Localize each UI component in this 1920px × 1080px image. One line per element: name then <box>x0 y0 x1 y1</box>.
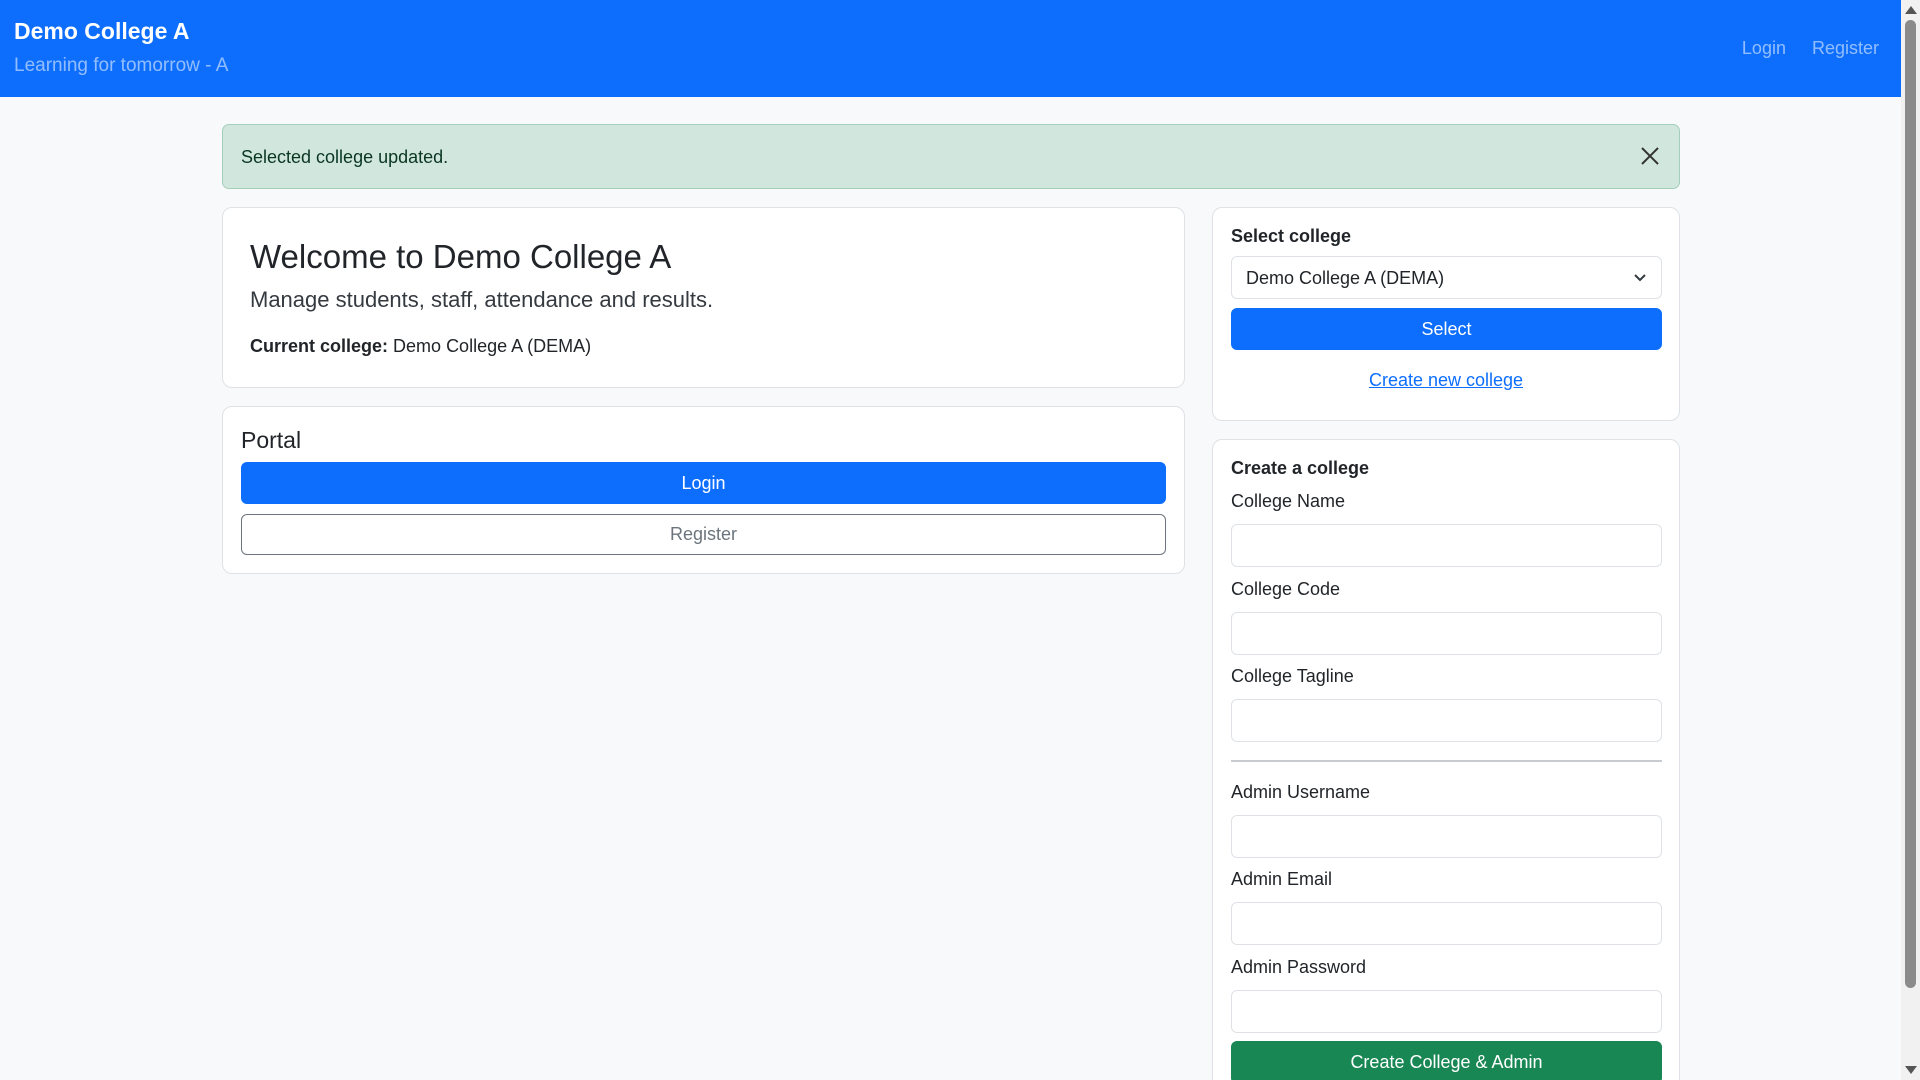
navbar: Demo College A Learning for tomorrow - A… <box>0 0 1901 97</box>
brand-tagline: Learning for tomorrow - A <box>14 55 229 76</box>
nav-links: Login Register <box>1742 38 1879 59</box>
scroll-thumb[interactable] <box>1905 20 1916 988</box>
admin-password-label: Admin Password <box>1231 957 1367 977</box>
admin-email-label: Admin Email <box>1231 869 1333 889</box>
current-college-value: Demo College A (DEMA) <box>393 336 592 356</box>
select-button[interactable]: Select <box>1231 308 1662 350</box>
chevron-down-icon <box>1633 271 1647 285</box>
page: Demo College A Learning for tomorrow - A… <box>0 0 1901 1080</box>
create-college-heading: Create a college <box>1231 458 1370 478</box>
select-college-heading: Select college <box>1231 226 1352 246</box>
portal-login-button[interactable]: Login <box>241 462 1166 504</box>
select-college-card: Select college Demo College A (DEMA) Sel… <box>1212 207 1680 421</box>
vertical-scrollbar[interactable] <box>1901 0 1920 1080</box>
admin-password-input[interactable] <box>1231 990 1662 1033</box>
scroll-up-arrow-icon[interactable] <box>1905 6 1917 14</box>
college-name-input[interactable] <box>1231 524 1662 567</box>
success-alert: Selected college updated. <box>222 124 1680 189</box>
portal-title: Portal <box>241 427 302 453</box>
form-divider <box>1231 760 1662 762</box>
college-select[interactable]: Demo College A (DEMA) <box>1231 256 1662 299</box>
alert-message: Selected college updated. <box>241 147 449 167</box>
create-new-college-link[interactable]: Create new college <box>1213 370 1679 391</box>
admin-username-label: Admin Username <box>1231 782 1371 802</box>
scroll-down-arrow-icon[interactable] <box>1905 1066 1917 1074</box>
college-tagline-label: College Tagline <box>1231 666 1354 686</box>
current-college-label: Current college: <box>250 336 389 356</box>
college-name-label: College Name <box>1231 491 1346 511</box>
welcome-title: Welcome to Demo College A <box>250 238 672 275</box>
nav-register-link[interactable]: Register <box>1812 38 1879 59</box>
college-code-input[interactable] <box>1231 612 1662 655</box>
brand-title[interactable]: Demo College A <box>14 18 190 45</box>
college-code-label: College Code <box>1231 579 1341 599</box>
nav-login-link[interactable]: Login <box>1742 38 1786 59</box>
portal-card: Portal Login Register <box>222 406 1185 574</box>
welcome-card: Welcome to Demo College A Manage student… <box>222 207 1185 388</box>
portal-register-button[interactable]: Register <box>241 514 1166 555</box>
college-tagline-input[interactable] <box>1231 699 1662 742</box>
create-college-card: Create a college College Name College Co… <box>1212 439 1680 1080</box>
close-icon[interactable] <box>1639 145 1661 167</box>
welcome-lead: Manage students, staff, attendance and r… <box>250 287 714 312</box>
create-college-admin-button[interactable]: Create College & Admin <box>1231 1041 1662 1080</box>
college-select-value: Demo College A (DEMA) <box>1246 268 1445 288</box>
admin-email-input[interactable] <box>1231 902 1662 945</box>
current-college: Current college: Demo College A (DEMA) <box>250 336 591 357</box>
admin-username-input[interactable] <box>1231 815 1662 858</box>
